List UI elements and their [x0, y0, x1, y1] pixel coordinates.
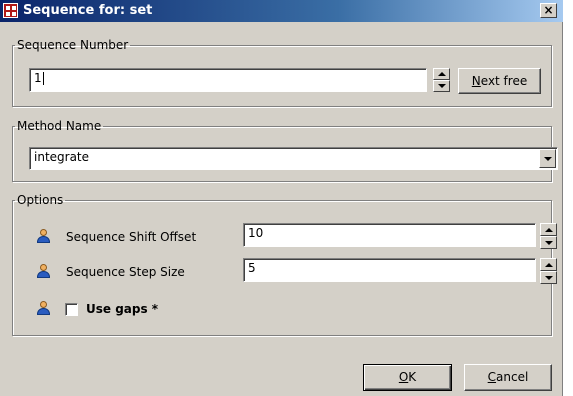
shift-offset-down-icon[interactable] — [540, 236, 557, 249]
sequence-number-spinner — [433, 68, 450, 92]
sequence-number-value: 1 — [34, 71, 42, 85]
next-free-button[interactable]: Next free — [458, 68, 541, 94]
ok-button[interactable]: OK — [363, 364, 452, 391]
step-size-spinner — [540, 258, 557, 284]
next-free-mnemonic: N — [471, 74, 481, 88]
shift-offset-up-icon[interactable] — [540, 223, 557, 236]
sequence-dialog: Sequence for: set × Sequence Number 1 Ne… — [0, 0, 563, 396]
sequence-number-down-icon[interactable] — [433, 80, 450, 92]
step-size-up-icon[interactable] — [540, 258, 557, 271]
ok-label-rest: K — [408, 370, 417, 384]
sequence-number-legend: Sequence Number — [17, 38, 129, 52]
user-icon — [37, 301, 50, 315]
title-bar[interactable]: Sequence for: set × — [0, 0, 563, 22]
step-size-value: 5 — [248, 261, 256, 275]
shift-offset-spinner — [540, 223, 557, 249]
step-size-input[interactable]: 5 — [243, 258, 536, 282]
options-legend: Options — [17, 193, 64, 207]
step-size-label: Sequence Step Size — [66, 265, 185, 279]
shift-offset-label: Sequence Shift Offset — [66, 230, 197, 244]
method-name-value: integrate — [34, 150, 90, 164]
shift-offset-input[interactable]: 10 — [243, 223, 536, 247]
close-button[interactable]: × — [540, 3, 557, 18]
method-name-select[interactable]: integrate — [29, 147, 558, 170]
cancel-button[interactable]: Cancel — [464, 364, 552, 391]
method-name-legend: Method Name — [17, 119, 102, 133]
cancel-mnemonic: C — [487, 370, 497, 384]
use-gaps-label: Use gaps * — [86, 302, 159, 316]
use-gaps-checkbox[interactable] — [65, 303, 78, 316]
next-free-label-rest: ext free — [480, 74, 528, 88]
user-icon — [37, 264, 50, 278]
sequence-number-up-icon[interactable] — [433, 68, 450, 80]
chevron-down-icon[interactable] — [539, 149, 556, 168]
sequence-app-icon — [3, 3, 18, 18]
shift-offset-value: 10 — [248, 226, 264, 240]
user-icon — [37, 229, 50, 243]
text-caret — [42, 72, 44, 85]
window-title: Sequence for: set — [23, 3, 153, 18]
ok-mnemonic: O — [398, 370, 409, 384]
cancel-label-rest: ancel — [496, 370, 529, 384]
step-size-down-icon[interactable] — [540, 271, 557, 284]
sequence-number-input[interactable]: 1 — [29, 68, 427, 92]
